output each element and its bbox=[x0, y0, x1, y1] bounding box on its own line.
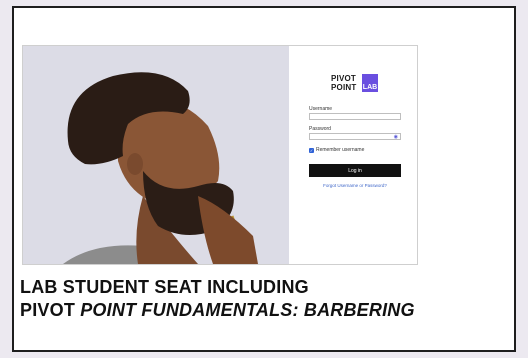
caption-line-2-plain: PIVOT bbox=[20, 300, 81, 320]
username-input[interactable] bbox=[309, 113, 401, 120]
hero-photo bbox=[23, 46, 289, 264]
login-button[interactable]: Log in bbox=[309, 164, 401, 177]
pivot-point-lab-logo: PIVOT POINT LAB bbox=[331, 72, 381, 94]
logo-point: POINT bbox=[331, 83, 357, 92]
password-input[interactable]: ◉ bbox=[309, 133, 401, 140]
eye-icon[interactable]: ◉ bbox=[394, 134, 398, 140]
remember-username-checkbox[interactable]: ✓ Remember username bbox=[309, 147, 364, 153]
remember-label: Remember username bbox=[316, 147, 365, 153]
logo-pivot: PIVOT bbox=[331, 74, 357, 83]
forgot-credentials-link[interactable]: Forgot Username or Password? bbox=[309, 183, 401, 188]
checkbox-checked-icon: ✓ bbox=[309, 147, 314, 153]
caption-line-2: PIVOT POINT FUNDAMENTALS: BARBERING bbox=[20, 299, 490, 322]
bearded-man-illustration bbox=[23, 46, 289, 264]
caption-line-2-italic: POINT FUNDAMENTALS: BARBERING bbox=[80, 300, 415, 320]
username-label: Username bbox=[309, 106, 333, 112]
password-label: Password bbox=[309, 126, 331, 132]
product-caption: LAB STUDENT SEAT INCLUDING PIVOT POINT F… bbox=[20, 276, 490, 322]
login-screenshot: PIVOT POINT LAB Username Password ◉ ✓ Re… bbox=[22, 45, 418, 265]
caption-line-1: LAB STUDENT SEAT INCLUDING bbox=[20, 277, 309, 297]
logo-lab-badge: LAB bbox=[362, 74, 378, 92]
login-panel: PIVOT POINT LAB Username Password ◉ ✓ Re… bbox=[289, 46, 417, 264]
